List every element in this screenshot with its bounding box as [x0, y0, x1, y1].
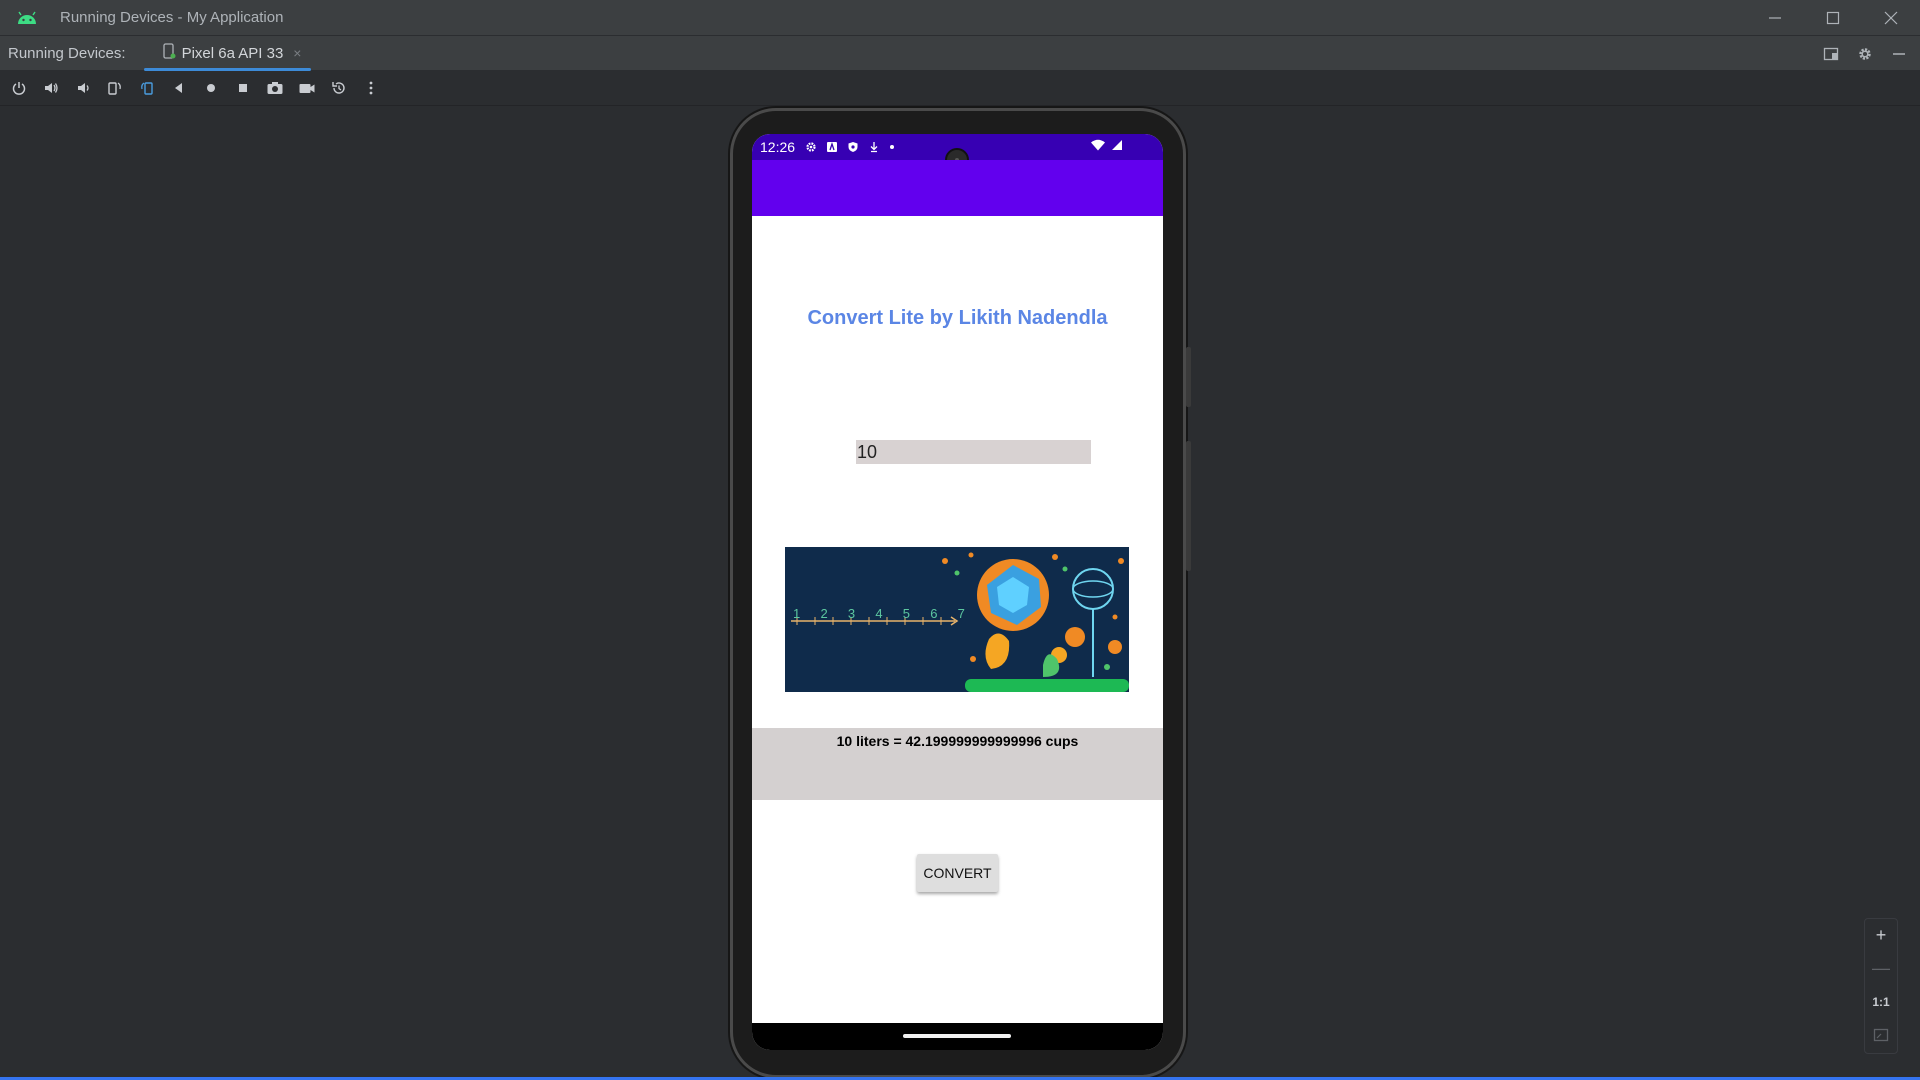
rotate-left-button[interactable] — [104, 77, 126, 99]
title-bar: Running Devices - My Application — [0, 0, 1920, 36]
tab-close-icon[interactable]: × — [293, 45, 301, 61]
status-system-icons — [1091, 139, 1123, 151]
running-devices-label: Running Devices: — [8, 44, 126, 62]
android-studio-icon — [16, 11, 38, 25]
rotate-left-icon — [108, 82, 121, 95]
maximize-window-button[interactable] — [1804, 0, 1862, 36]
convert-button[interactable]: CONVERT — [917, 854, 998, 892]
gear-icon — [1859, 47, 1871, 60]
screen-record-button[interactable] — [296, 77, 318, 99]
home-button[interactable] — [200, 77, 222, 99]
back-icon — [175, 83, 182, 93]
rotate-right-icon — [141, 82, 153, 95]
phone-frame: 12:26 Convert Lite by Likith Nadendla 10… — [730, 108, 1191, 1078]
video-camera-icon — [299, 84, 315, 93]
hide-panel-button[interactable] — [1888, 43, 1910, 65]
phone-volume-rocker — [1186, 441, 1191, 571]
minimize-window-button[interactable] — [1746, 0, 1804, 36]
download-notification-icon — [870, 142, 878, 153]
banner-image: 1 2 3 4 5 6 7 8 9 — [785, 547, 1129, 692]
wifi-icon — [1091, 139, 1105, 151]
overview-button[interactable] — [232, 77, 254, 99]
window-controls — [1746, 0, 1920, 36]
zoom-in-button[interactable]: + — [1865, 919, 1897, 952]
volume-up-button[interactable] — [40, 77, 62, 99]
zoom-out-button[interactable]: — — [1865, 952, 1897, 985]
close-window-button[interactable] — [1862, 0, 1920, 36]
amount-input[interactable] — [856, 440, 1091, 464]
phone-power-button — [1186, 347, 1191, 407]
screenshot-button[interactable] — [264, 77, 286, 99]
device-screen[interactable]: 12:26 Convert Lite by Likith Nadendla 10… — [752, 134, 1163, 1050]
device-icon — [162, 42, 176, 64]
rotate-right-button[interactable] — [136, 77, 158, 99]
more-options-button[interactable] — [360, 77, 382, 99]
volume-down-button[interactable] — [72, 77, 94, 99]
close-icon — [1884, 11, 1898, 25]
reset-button[interactable] — [328, 77, 350, 99]
fit-screen-button[interactable] — [1865, 1018, 1897, 1051]
zoom-controls: + — 1:1 — [1864, 918, 1898, 1054]
back-button[interactable] — [168, 77, 190, 99]
app-heading: Convert Lite by Likith Nadendla — [807, 307, 1108, 329]
settings-button[interactable] — [1854, 43, 1876, 65]
more-vertical-icon — [369, 81, 373, 95]
math-doodle-illustration: 1 2 3 4 5 6 7 8 9 — [785, 547, 1129, 692]
tab-label: Pixel 6a API 33 — [181, 44, 284, 62]
running-devices-tabbar: Running Devices: Pixel 6a API 33 × — [0, 36, 1920, 71]
more-notifications-dot-icon — [890, 145, 895, 149]
conversion-result: 10 liters = 42.199999999999996 cups — [836, 733, 1079, 749]
home-icon — [207, 84, 215, 92]
tab-pixel-6a[interactable]: Pixel 6a API 33 × — [143, 36, 312, 71]
app-bar — [752, 160, 1163, 216]
settings-notification-icon — [806, 142, 816, 152]
cellular-signal-icon — [1112, 140, 1122, 150]
layout-icon — [1823, 47, 1839, 60]
volume-up-icon — [45, 83, 58, 93]
tabbar-actions — [1820, 36, 1920, 71]
gesture-nav-bar — [752, 1023, 1163, 1050]
overview-icon — [239, 84, 247, 92]
power-icon — [12, 82, 26, 95]
shield-icon — [848, 142, 858, 152]
status-notification-icons — [805, 141, 895, 153]
device-toolbar — [0, 71, 1920, 106]
accessibility-notification-icon — [827, 141, 838, 152]
camera-icon — [267, 82, 283, 94]
maximize-icon — [1826, 11, 1840, 25]
power-button[interactable] — [8, 77, 30, 99]
window-title: Running Devices - My Application — [60, 9, 284, 26]
result-panel: 10 liters = 42.199999999999996 cups — [752, 728, 1163, 800]
volume-down-icon — [78, 83, 89, 93]
minimize-icon — [1769, 17, 1781, 19]
history-icon — [332, 82, 345, 94]
fit-to-screen-icon — [1873, 1028, 1889, 1041]
status-time: 12:26 — [760, 139, 796, 155]
actual-size-button[interactable]: 1:1 — [1865, 985, 1897, 1018]
minimize-panel-icon — [1893, 52, 1905, 55]
layout-toggle-button[interactable] — [1820, 43, 1842, 65]
home-gesture-handle[interactable] — [903, 1034, 1011, 1038]
